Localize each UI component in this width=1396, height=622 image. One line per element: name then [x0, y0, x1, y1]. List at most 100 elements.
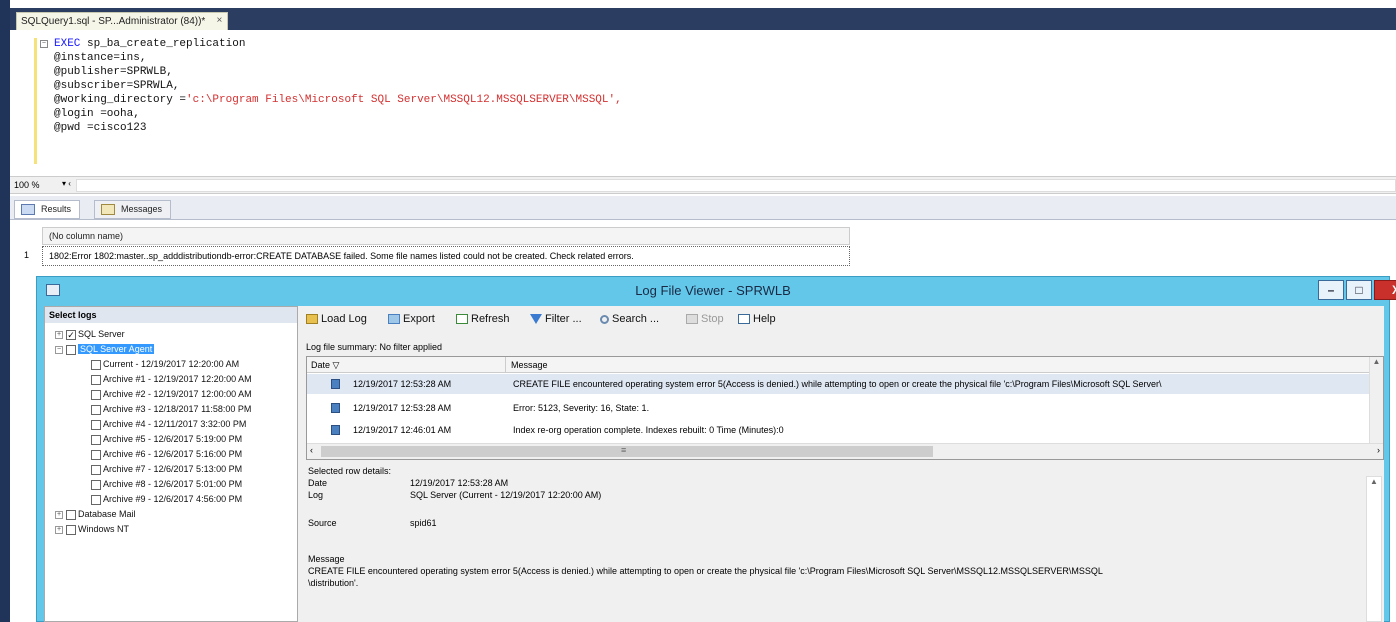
tree-node-archive[interactable]: Archive #7 - 12/6/2017 5:13:00 PM — [91, 464, 242, 478]
help-icon — [738, 314, 750, 325]
zoom-bar: 100 % ▾ ‹ — [10, 176, 1396, 194]
help-button[interactable]: Help — [738, 313, 776, 325]
log-list-vertical-scrollbar[interactable]: ▲ — [1369, 357, 1383, 443]
tree-node-archive[interactable]: Archive #8 - 12/6/2017 5:01:00 PM — [91, 479, 242, 493]
column-message[interactable]: Message — [511, 360, 548, 370]
checkbox[interactable] — [91, 374, 101, 385]
folder-icon — [306, 314, 318, 325]
tree-node-archive[interactable]: Current - 12/19/2017 12:20:00 AM — [91, 359, 239, 373]
search-icon — [600, 314, 609, 324]
refresh-button[interactable]: Refresh — [456, 313, 510, 325]
log-summary: Log file summary: No filter applied — [306, 342, 443, 352]
checkbox[interactable] — [91, 359, 101, 370]
log-entries-list[interactable]: Date ▽ Message 12/19/2017 12:53:28 AM CRE… — [306, 356, 1384, 460]
tab-results[interactable]: Results — [14, 200, 81, 219]
checkbox[interactable] — [66, 344, 76, 355]
checkbox[interactable] — [91, 434, 101, 445]
export-icon — [388, 314, 400, 325]
document-tab-label: SQLQuery1.sql - SP...Administrator (84))… — [21, 16, 206, 27]
export-button[interactable]: Export — [388, 313, 435, 325]
checkbox[interactable] — [91, 389, 101, 400]
log-value: SQL Server (Current - 12/19/2017 12:20:0… — [410, 490, 602, 500]
scroll-right-icon[interactable]: › — [1377, 445, 1380, 455]
scroll-left-icon[interactable]: ‹ — [310, 445, 313, 455]
column-date[interactable]: Date ▽ — [311, 360, 339, 371]
search-button[interactable]: Search ... — [600, 313, 659, 325]
message-label: Message — [308, 554, 345, 564]
checkbox[interactable] — [91, 479, 101, 490]
scroll-up-icon[interactable]: ▲ — [1370, 357, 1383, 366]
top-strip — [10, 0, 1396, 8]
log-tree-panel: Select logs + ✓ SQL Server − SQL Server Age… — [44, 306, 298, 622]
document-tab[interactable]: SQLQuery1.sql - SP...Administrator (84))… — [16, 12, 229, 30]
log-list-header: Date ▽ Message — [307, 357, 1371, 373]
log-viewer-toolbar: Load Log Export Refresh Filter ... Searc… — [300, 310, 1384, 332]
message-value: CREATE FILE encountered operating system… — [308, 566, 1103, 576]
checkbox[interactable] — [91, 404, 101, 415]
tree-node-archive[interactable]: Archive #2 - 12/19/2017 12:00:00 AM — [91, 389, 252, 403]
code-line: @working_directory ='c:\Program Files\Mi… — [54, 94, 622, 106]
checkbox[interactable] — [91, 464, 101, 475]
grid-icon — [21, 204, 35, 215]
details-vertical-scrollbar[interactable]: ▲ — [1366, 476, 1382, 622]
tree-node-archive[interactable]: Archive #3 - 12/18/2017 11:58:00 PM — [91, 404, 251, 418]
result-cell[interactable]: 1802:Error 1802:master..sp_adddistributi… — [42, 246, 850, 266]
zoom-dropdown-icon[interactable]: ▾ ‹ — [62, 179, 72, 191]
code-line: @login =ooha, — [54, 108, 140, 120]
query-editor[interactable]: − EXEC sp_ba_create_replication @instanc… — [10, 30, 1396, 176]
log-entry-icon — [331, 425, 340, 435]
checkbox[interactable] — [91, 419, 101, 430]
results-tab-bar: Results Messages — [10, 196, 1396, 220]
date-label: Date — [308, 478, 328, 488]
close-tab-icon[interactable]: × — [216, 15, 222, 26]
code-line: @subscriber=SPRWLA, — [54, 80, 180, 92]
maximize-button[interactable]: □ — [1346, 280, 1372, 300]
checkbox[interactable]: ✓ — [66, 329, 76, 340]
column-header[interactable]: (No column name) — [42, 227, 850, 245]
tree-node-archive[interactable]: Archive #4 - 12/11/2017 3:32:00 PM — [91, 419, 246, 433]
message-value-continued: \distribution'. — [308, 578, 359, 588]
row-number: 1 — [24, 250, 30, 260]
minimize-button[interactable]: – — [1318, 280, 1344, 300]
checkbox[interactable] — [91, 494, 101, 505]
log-row[interactable]: 12/19/2017 12:53:28 AM CREATE FILE encoun… — [307, 374, 1371, 394]
filter-button[interactable]: Filter ... — [530, 313, 582, 325]
scroll-thumb[interactable]: ≡ — [321, 445, 933, 457]
close-button[interactable]: X — [1374, 280, 1396, 300]
row-details-panel: Selected row details: Date 12/19/2017 12… — [306, 462, 1384, 622]
tree-node-archive[interactable]: Archive #6 - 12/6/2017 5:16:00 PM — [91, 449, 242, 463]
message-icon — [101, 204, 115, 215]
tree-node-archive[interactable]: Archive #9 - 12/6/2017 4:56:00 PM — [91, 494, 242, 508]
log-row[interactable]: 12/19/2017 12:46:01 AM Index re-org opera… — [307, 420, 1371, 440]
tree-node-sql-server-agent[interactable]: − SQL Server Agent — [55, 344, 155, 358]
scroll-up-icon[interactable]: ▲ — [1367, 477, 1381, 486]
checkbox[interactable] — [66, 509, 76, 520]
tree-node-sql-server[interactable]: + ✓ SQL Server — [55, 329, 125, 343]
tree-node-archive[interactable]: Archive #1 - 12/19/2017 12:20:00 AM — [91, 374, 252, 388]
window-title-bar[interactable]: Log File Viewer - SPRWLB – □ X — [36, 276, 1396, 304]
stop-button[interactable]: Stop — [686, 313, 724, 325]
checkbox[interactable] — [66, 524, 76, 535]
tree-node-archive[interactable]: Archive #5 - 12/6/2017 5:19:00 PM — [91, 434, 242, 448]
code-line: @instance=ins, — [54, 52, 147, 64]
code-line: EXEC sp_ba_create_replication — [54, 38, 246, 50]
left-frame-edge — [0, 0, 10, 622]
change-marker-gutter — [34, 38, 37, 164]
refresh-icon — [456, 314, 468, 325]
tree-node-database-mail[interactable]: + Database Mail — [55, 509, 136, 523]
editor-horizontal-scrollbar[interactable] — [76, 179, 1396, 192]
grip-icon: ≡ — [621, 445, 627, 455]
window-title: Log File Viewer - SPRWLB — [635, 283, 791, 298]
sort-icon: ▽ — [332, 360, 340, 370]
collapse-icon[interactable]: − — [40, 40, 48, 48]
stop-icon — [686, 314, 698, 325]
tab-messages[interactable]: Messages — [94, 200, 172, 219]
checkbox[interactable] — [91, 449, 101, 460]
code-line: @publisher=SPRWLB, — [54, 66, 173, 78]
zoom-level[interactable]: 100 % — [14, 180, 40, 190]
tree-node-windows-nt[interactable]: + Windows NT — [55, 524, 129, 538]
source-label: Source — [308, 518, 337, 528]
load-log-button[interactable]: Load Log — [306, 313, 367, 325]
log-list-horizontal-scrollbar[interactable]: ‹ ≡ › — [307, 443, 1383, 459]
log-row[interactable]: 12/19/2017 12:53:28 AM Error: 5123, Sever… — [307, 398, 1371, 418]
